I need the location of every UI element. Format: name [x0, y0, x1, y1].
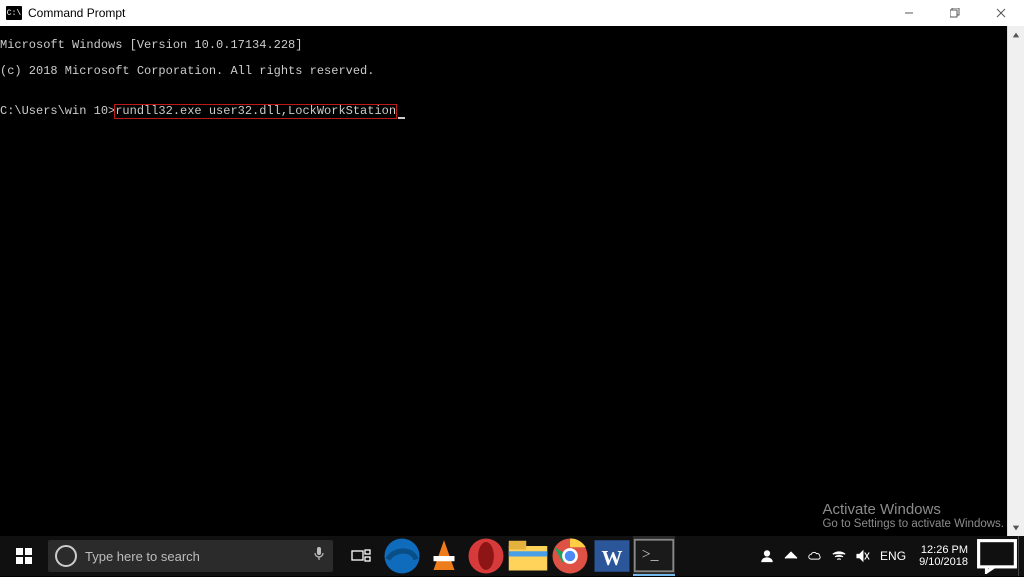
search-box[interactable]: Type here to search — [48, 540, 333, 572]
cmd-icon: C:\ — [6, 6, 22, 20]
command-highlight: rundll32.exe user32.dll,LockWorkStation — [114, 104, 397, 119]
taskbar-app-edge[interactable] — [381, 536, 423, 576]
prompt-text: C:\Users\win 10> — [0, 104, 115, 118]
start-button[interactable] — [0, 536, 48, 576]
taskbar-app-vlc[interactable] — [423, 536, 465, 576]
svg-text:W: W — [602, 546, 623, 570]
taskbar: Type here to search W >_ — [0, 536, 1024, 576]
time-text: 12:26 PM — [921, 544, 968, 556]
activate-watermark: Activate Windows Go to Settings to activ… — [822, 501, 1004, 530]
text-cursor — [398, 117, 405, 119]
console-line: Microsoft Windows [Version 10.0.17134.22… — [0, 39, 1024, 52]
minimize-button[interactable] — [886, 0, 932, 26]
tray-chevron-up-icon[interactable] — [779, 536, 803, 576]
language-indicator[interactable]: ENG — [875, 536, 911, 576]
console-prompt-line: C:\Users\win 10>rundll32.exe user32.dll,… — [0, 104, 1024, 119]
task-view-button[interactable] — [341, 536, 381, 576]
window-title: Command Prompt — [28, 6, 886, 20]
titlebar[interactable]: C:\ Command Prompt — [0, 0, 1024, 26]
activate-title: Activate Windows — [822, 501, 1004, 518]
scroll-up-button[interactable] — [1008, 26, 1024, 43]
microphone-icon[interactable] — [313, 546, 325, 567]
console-area[interactable]: Microsoft Windows [Version 10.0.17134.22… — [0, 26, 1024, 536]
date-text: 9/10/2018 — [919, 556, 968, 568]
cortana-icon — [55, 545, 77, 567]
taskbar-app-word[interactable]: W — [591, 536, 633, 576]
clock[interactable]: 12:26 PM 9/10/2018 — [911, 544, 976, 568]
svg-text:>_: >_ — [642, 546, 659, 563]
vertical-scrollbar[interactable] — [1007, 26, 1024, 536]
activate-subtitle: Go to Settings to activate Windows. — [822, 518, 1004, 530]
taskbar-app-opera[interactable] — [465, 536, 507, 576]
cmd-window: C:\ Command Prompt Microsoft Windows [Ve… — [0, 0, 1024, 536]
scroll-down-button[interactable] — [1008, 519, 1024, 536]
console-line: (c) 2018 Microsoft Corporation. All righ… — [0, 65, 1024, 78]
people-icon[interactable] — [755, 536, 779, 576]
command-text: rundll32.exe user32.dll,LockWorkStation — [115, 104, 396, 118]
taskbar-app-chrome[interactable] — [549, 536, 591, 576]
taskbar-app-cmd[interactable]: >_ — [633, 536, 675, 576]
onedrive-icon[interactable] — [803, 536, 827, 576]
close-button[interactable] — [978, 0, 1024, 26]
volume-icon[interactable] — [851, 536, 875, 576]
network-icon[interactable] — [827, 536, 851, 576]
taskbar-app-explorer[interactable] — [507, 536, 549, 576]
show-desktop-button[interactable] — [1018, 536, 1024, 576]
system-tray: ENG 12:26 PM 9/10/2018 — [755, 536, 1024, 576]
maximize-button[interactable] — [932, 0, 978, 26]
search-placeholder: Type here to search — [85, 549, 313, 564]
action-center-button[interactable] — [976, 536, 1018, 576]
